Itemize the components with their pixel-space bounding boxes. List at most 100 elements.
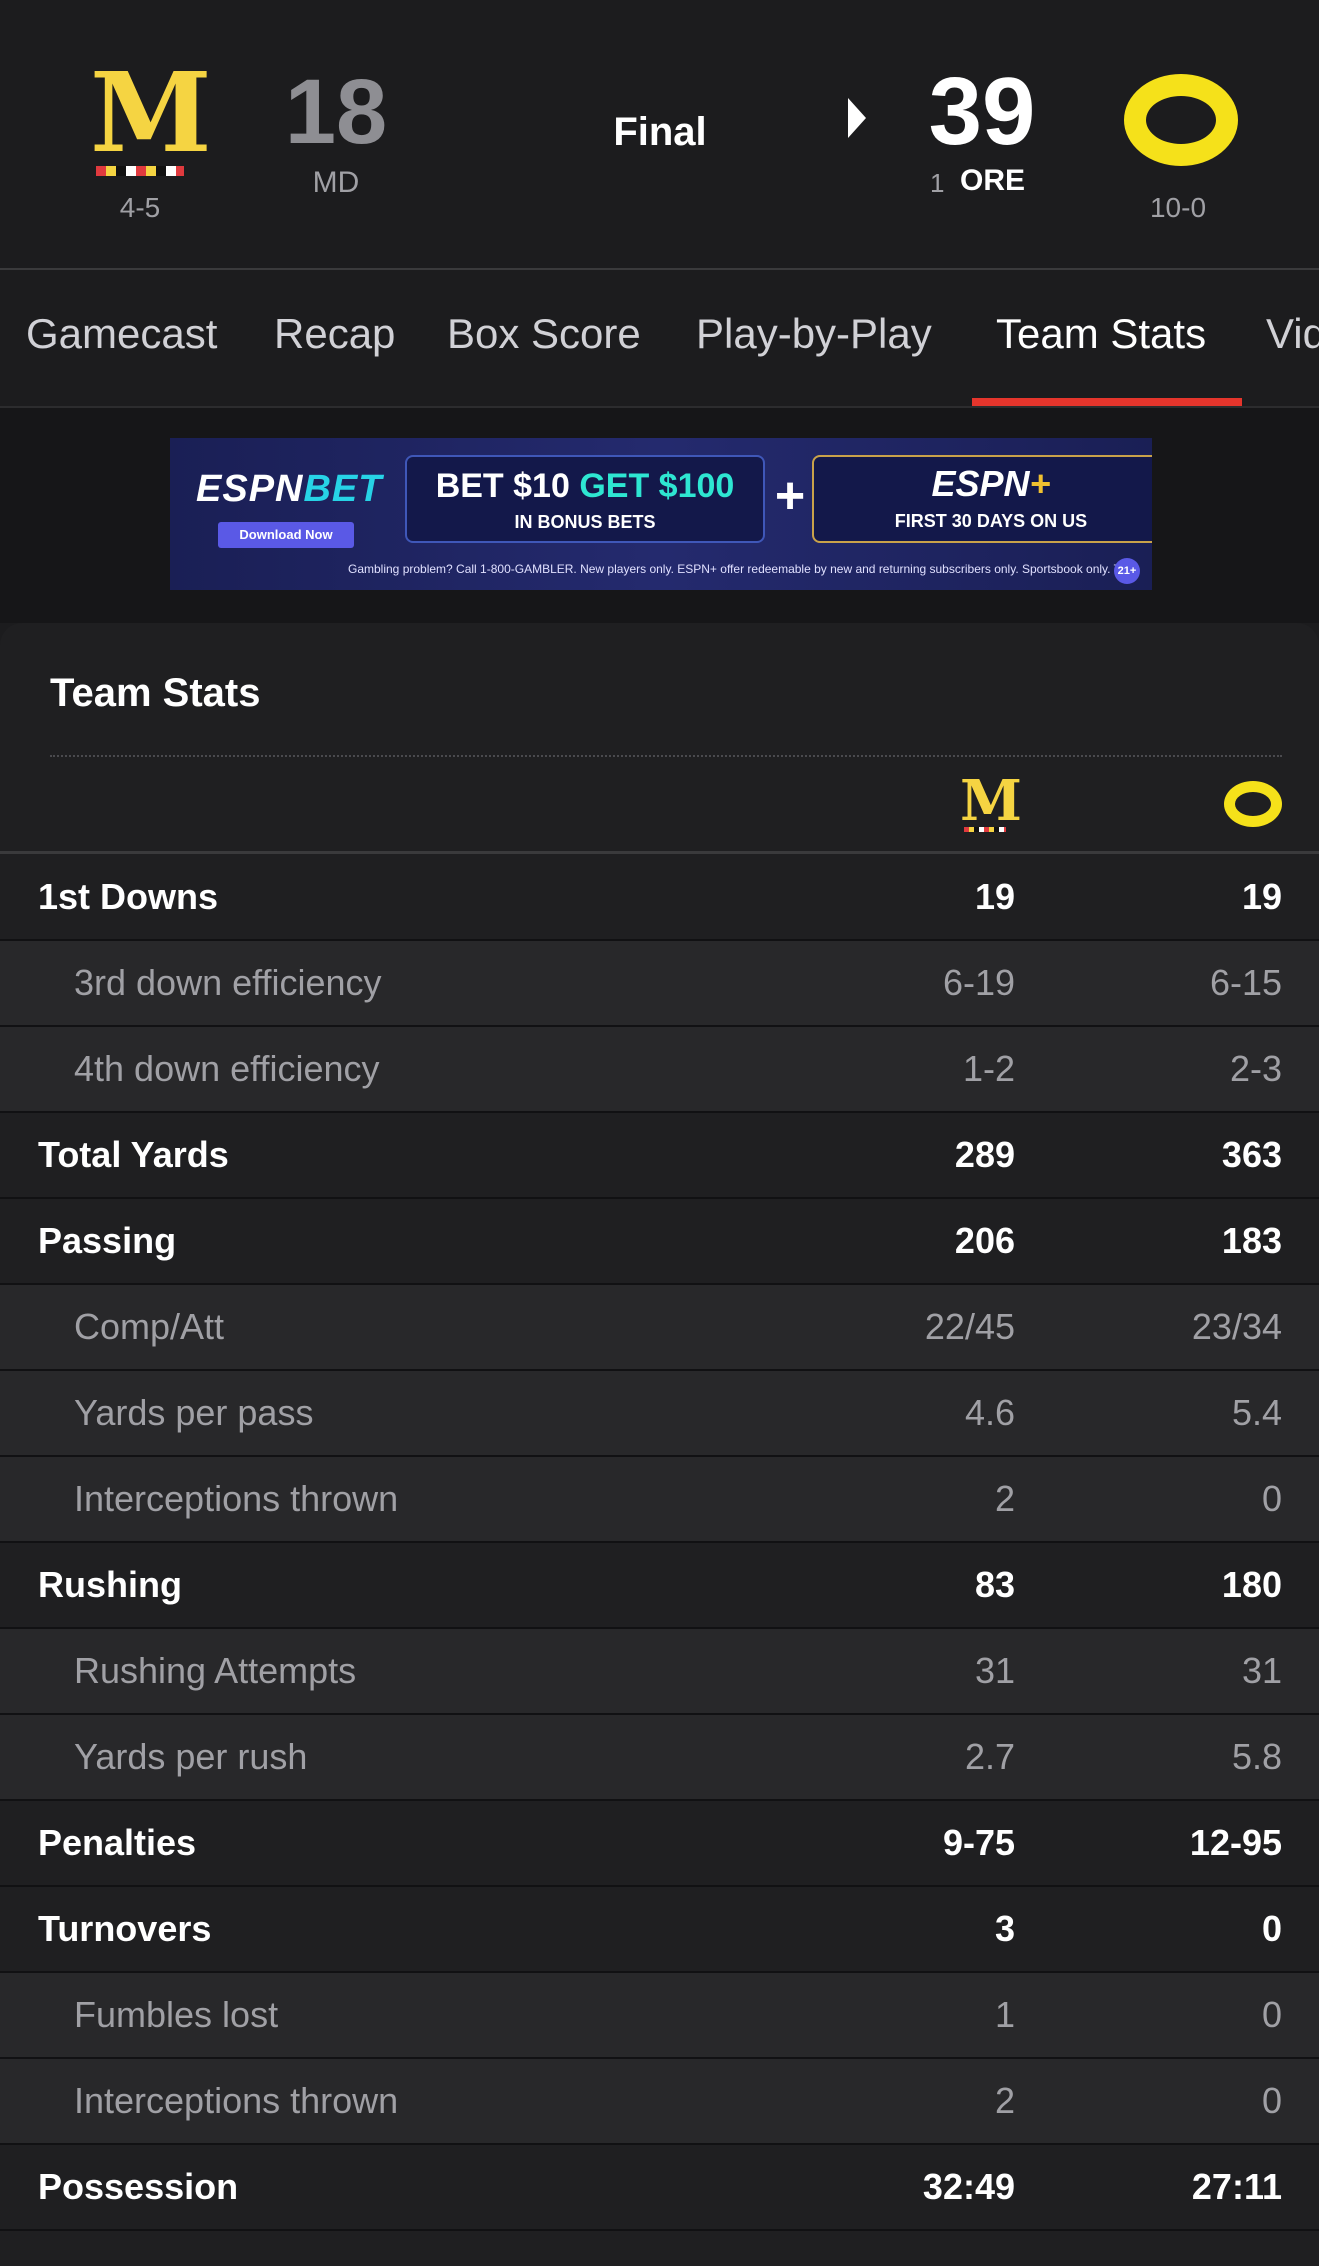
stat-value-md: 1-2 xyxy=(962,1048,1015,1089)
stat-value-md: 206 xyxy=(954,1220,1015,1261)
stat-label: 4th down efficiency xyxy=(74,1048,380,1089)
game-tabs: Gamecast Recap Box Score Play-by-Play Te… xyxy=(0,272,1319,408)
stat-label: Interceptions thrown xyxy=(74,1478,399,1519)
stat-value-ore: 5.8 xyxy=(1231,1736,1282,1777)
stat-value-md: 2.7 xyxy=(964,1736,1015,1777)
stat-label: Penalties xyxy=(38,1822,197,1863)
away-score: 18 xyxy=(284,61,388,163)
home-score: 39 xyxy=(928,58,1036,165)
stat-row: Interceptions thrown 2 0 xyxy=(0,2059,1319,2145)
stat-label: Possession xyxy=(38,2166,239,2207)
stat-value-md: 32:49 xyxy=(922,2166,1015,2207)
stat-label: Comp/Att xyxy=(74,1306,225,1347)
stat-value-ore: 0 xyxy=(1261,1478,1282,1519)
stat-value-ore: 23/34 xyxy=(1191,1306,1282,1347)
stat-value-ore: 12-95 xyxy=(1189,1822,1282,1863)
stat-label: Rushing Attempts xyxy=(74,1650,357,1691)
stat-row: 3rd down efficiency 6-19 6-15 xyxy=(0,941,1319,1027)
stat-value-ore: 31 xyxy=(1241,1650,1282,1691)
tab-recap[interactable]: Recap xyxy=(274,310,395,358)
active-tab-indicator xyxy=(972,398,1242,406)
tab-gamecast[interactable]: Gamecast xyxy=(26,310,217,358)
scoreboard-header: M 4-5 18 MD Final 39 1 ORE 10-0 xyxy=(0,0,1319,270)
maryland-column-logo: M xyxy=(960,768,1022,834)
oregon-logo[interactable] xyxy=(1124,74,1238,166)
stat-value-md: 22/45 xyxy=(924,1306,1015,1347)
stat-value-ore: 0 xyxy=(1261,1994,1282,2035)
home-abbr: ORE xyxy=(960,164,1026,197)
stat-value-md: 19 xyxy=(974,876,1015,917)
stat-value-ore: 27:11 xyxy=(1191,2166,1282,2207)
ad-plus-sign: + xyxy=(774,467,806,525)
stat-row: Rushing Attempts 31 31 xyxy=(0,1629,1319,1715)
stat-row: Comp/Att 22/45 23/34 xyxy=(0,1285,1319,1371)
tab-play-by-play[interactable]: Play-by-Play xyxy=(696,310,932,358)
maryland-m-glyph: M xyxy=(90,48,212,177)
ad-age-badge: 21+ xyxy=(1114,558,1140,584)
stat-label: Passing xyxy=(38,1220,177,1261)
stat-row: 1st Downs 19 19 xyxy=(0,855,1319,941)
stat-label: Total Yards xyxy=(38,1134,229,1175)
stats-table: 1st Downs 19 19 3rd down efficiency 6-19… xyxy=(0,855,1319,2231)
game-status: Final xyxy=(613,110,707,154)
stat-value-md: 9-75 xyxy=(942,1822,1015,1863)
stat-value-ore: 19 xyxy=(1241,876,1282,917)
stat-label: Fumbles lost xyxy=(74,1994,279,2035)
stat-value-md: 1 xyxy=(994,1994,1015,2035)
stat-value-ore: 2-3 xyxy=(1229,1048,1282,1089)
stat-label: 1st Downs xyxy=(38,876,219,917)
stat-row: Yards per pass 4.6 5.4 xyxy=(0,1371,1319,1457)
title-divider xyxy=(50,755,1282,757)
espn-bet-ad-banner[interactable]: ESPNBET Download Now BET $10 GET $100 IN… xyxy=(170,438,1152,590)
header-separator xyxy=(0,851,1319,854)
stat-row: Total Yards 289 363 xyxy=(0,1113,1319,1199)
stat-value-md: 6-19 xyxy=(942,962,1015,1003)
ad-download-button[interactable]: Download Now xyxy=(218,522,354,548)
stat-label: Yards per rush xyxy=(74,1736,308,1777)
stat-value-ore: 0 xyxy=(1261,1908,1282,1949)
stat-row: Fumbles lost 1 0 xyxy=(0,1973,1319,2059)
stat-value-md: 4.6 xyxy=(964,1392,1015,1433)
stat-label: Rushing xyxy=(38,1564,182,1605)
stat-value-ore: 183 xyxy=(1221,1220,1282,1261)
stat-label: Turnovers xyxy=(38,1908,212,1949)
tab-team-stats[interactable]: Team Stats xyxy=(996,310,1206,358)
ad-bonus-offer: BET $10 GET $100 IN BONUS BETS xyxy=(405,455,765,543)
stat-value-md: 3 xyxy=(994,1908,1015,1949)
stat-value-ore: 363 xyxy=(1221,1134,1282,1175)
team-stats-title: Team Stats xyxy=(50,671,261,715)
tab-box-score[interactable]: Box Score xyxy=(447,310,641,358)
stat-value-md: 289 xyxy=(954,1134,1015,1175)
home-record: 10-0 xyxy=(1149,192,1207,223)
stat-value-ore: 0 xyxy=(1261,2080,1282,2121)
stat-row: Penalties 9-75 12-95 xyxy=(0,1801,1319,1887)
stat-value-ore: 6-15 xyxy=(1209,962,1282,1003)
stat-row: 4th down efficiency 1-2 2-3 xyxy=(0,1027,1319,1113)
stat-label: 3rd down efficiency xyxy=(74,962,382,1003)
stat-row: Interceptions thrown 2 0 xyxy=(0,1457,1319,1543)
stat-row: Yards per rush 2.7 5.8 xyxy=(0,1715,1319,1801)
maryland-logo[interactable]: M xyxy=(90,48,212,178)
oregon-column-logo xyxy=(1224,781,1282,827)
stat-row: Possession 32:49 27:11 xyxy=(0,2145,1319,2231)
stat-row: Rushing 83 180 xyxy=(0,1543,1319,1629)
tab-videos[interactable]: Vid xyxy=(1266,310,1319,358)
stat-value-ore: 5.4 xyxy=(1231,1392,1282,1433)
home-rank: 1 xyxy=(930,168,945,198)
stat-value-md: 83 xyxy=(974,1564,1015,1605)
team-stats-card: Team Stats M 1st Downs 19 19 3rd down ef… xyxy=(0,623,1319,2266)
stat-value-md: 2 xyxy=(994,2080,1015,2121)
maryland-flag-stripe xyxy=(96,166,184,176)
ad-fine-print: Gambling problem? Call 1-800-GAMBLER. Ne… xyxy=(348,562,1128,576)
stat-label: Interceptions thrown xyxy=(74,2080,399,2121)
ad-area: ESPNBET Download Now BET $10 GET $100 IN… xyxy=(0,408,1319,623)
away-abbr: MD xyxy=(312,166,360,199)
stat-value-md: 2 xyxy=(994,1478,1015,1519)
stat-value-md: 31 xyxy=(974,1650,1015,1691)
espn-bet-logo: ESPNBET xyxy=(196,468,383,510)
away-record: 4-5 xyxy=(119,192,161,223)
ad-espn-plus-offer: ESPN+ FIRST 30 DAYS ON US xyxy=(812,455,1152,543)
stat-row: Turnovers 3 0 xyxy=(0,1887,1319,1973)
stat-row: Passing 206 183 xyxy=(0,1199,1319,1285)
stat-label: Yards per pass xyxy=(74,1392,314,1433)
